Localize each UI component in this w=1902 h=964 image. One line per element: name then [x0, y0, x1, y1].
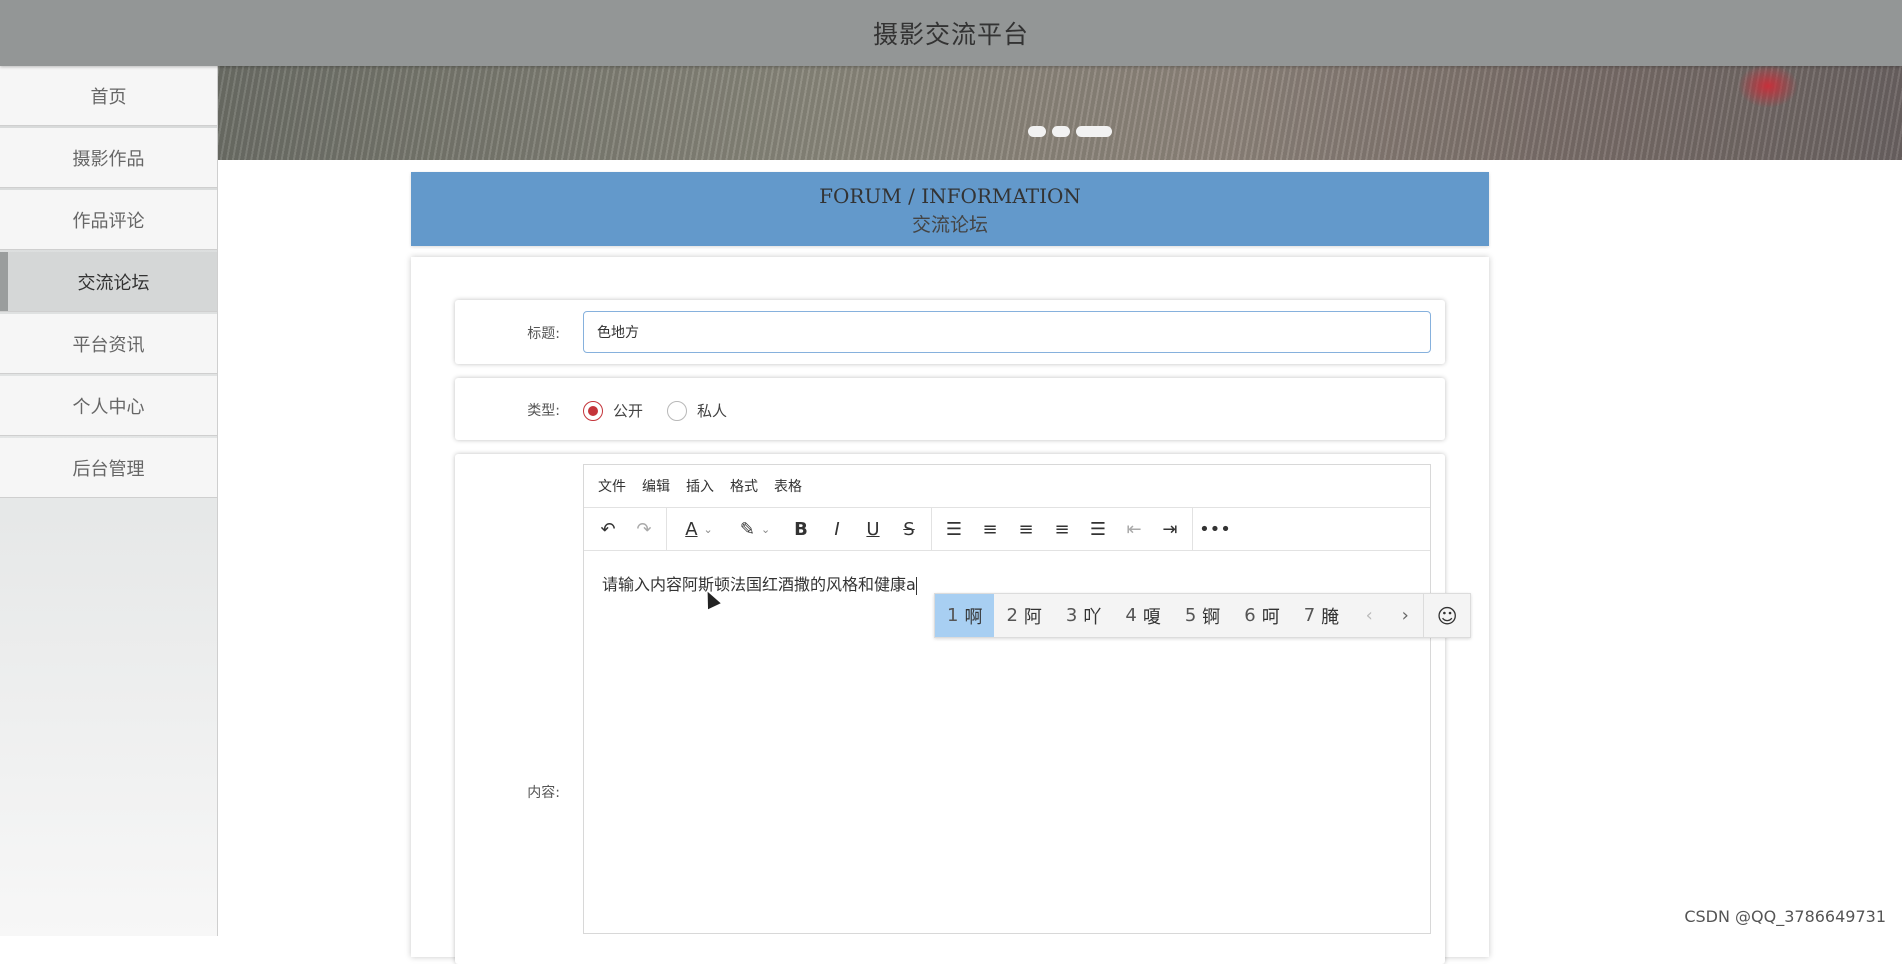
- candidate-text: 嗄: [1142, 606, 1161, 628]
- title-row: 标题:: [455, 300, 1445, 364]
- text-cursor: [915, 576, 917, 595]
- candidate-text: 吖: [1083, 606, 1102, 628]
- ime-candidate-bar: 1啊 2阿 3吖 4嗄 5锕 6呵 7腌 ‹ › ☺: [934, 593, 1472, 638]
- candidate-number: 3: [1065, 605, 1078, 626]
- section-title-en: FORUM / INFORMATION: [819, 184, 1081, 208]
- sidebar-item-label: 交流论坛: [77, 272, 150, 294]
- ime-candidate[interactable]: 7腌: [1292, 594, 1351, 637]
- carousel-dot-active[interactable]: [1076, 126, 1112, 137]
- candidate-text: 腌: [1321, 606, 1340, 628]
- section-header: FORUM / INFORMATION 交流论坛: [411, 172, 1489, 246]
- align-justify-icon[interactable]: ☰: [1080, 513, 1116, 545]
- editor-menubar: 文件 编辑 插入 格式 表格: [584, 465, 1430, 508]
- rich-text-editor: 文件 编辑 插入 格式 表格 ↶ ↷ A ⌄ ✎ ⌄ B I U S ☰ ≡ ≡ ≡: [583, 464, 1431, 934]
- radio-option-public[interactable]: 公开: [583, 400, 643, 421]
- sidebar-item-photo-works[interactable]: 摄影作品: [0, 128, 217, 188]
- ime-candidate[interactable]: 5锕: [1173, 594, 1232, 637]
- watermark: CSDN @QQ_3786649731: [1684, 907, 1886, 926]
- ime-candidate[interactable]: 6呵: [1232, 594, 1291, 637]
- editor-toolbar: ↶ ↷ A ⌄ ✎ ⌄ B I U S ☰ ≡ ≡ ≡ ☰ ⇤ ⇥ •••: [584, 508, 1430, 551]
- candidate-number: 7: [1303, 605, 1316, 626]
- sidebar-item-admin[interactable]: 后台管理: [0, 438, 217, 498]
- undo-icon[interactable]: ↶: [590, 513, 626, 545]
- app-title: 摄影交流平台: [872, 20, 1029, 49]
- radio-option-private[interactable]: 私人: [667, 400, 727, 421]
- title-input[interactable]: [583, 311, 1431, 353]
- redo-icon[interactable]: ↷: [626, 513, 662, 545]
- menu-insert[interactable]: 插入: [678, 476, 722, 496]
- chevron-down-icon[interactable]: ⌄: [704, 523, 713, 536]
- chevron-down-icon[interactable]: ⌄: [761, 523, 770, 536]
- title-label: 标题:: [527, 326, 560, 342]
- radio-label: 公开: [613, 402, 644, 420]
- menu-table[interactable]: 表格: [766, 476, 810, 496]
- type-row: 类型: 公开 私人: [455, 378, 1445, 440]
- toolbar-separator: [1192, 508, 1193, 550]
- outdent-icon[interactable]: ⇤: [1116, 513, 1152, 545]
- highlight-color-icon[interactable]: ✎ ⌄: [727, 513, 783, 545]
- editor-text: 请输入内容阿斯顿法国红酒撒的风格和健康a: [602, 575, 916, 594]
- text-color-icon[interactable]: A ⌄: [671, 513, 727, 545]
- strikethrough-icon[interactable]: S: [891, 513, 927, 545]
- sidebar-item-label: 后台管理: [72, 458, 145, 480]
- align-left-icon[interactable]: ≡: [972, 513, 1008, 545]
- candidate-number: 5: [1184, 605, 1197, 626]
- radio-label: 私人: [697, 402, 728, 420]
- candidate-text: 锕: [1202, 606, 1221, 628]
- section-title-cn: 交流论坛: [911, 214, 988, 236]
- type-radio-group: 公开 私人: [583, 400, 751, 421]
- type-label: 类型:: [527, 403, 560, 419]
- more-icon[interactable]: •••: [1197, 513, 1233, 545]
- sidebar-item-personal-center[interactable]: 个人中心: [0, 376, 217, 436]
- italic-icon[interactable]: I: [819, 513, 855, 545]
- ime-candidate[interactable]: 4嗄: [1113, 594, 1172, 637]
- chevron-right-icon[interactable]: ›: [1387, 605, 1423, 626]
- sidebar-item-label: 平台资讯: [72, 334, 145, 356]
- carousel-indicators: [1028, 126, 1112, 137]
- sidebar: 首页 摄影作品 作品评论 交流论坛 平台资讯 个人中心 后台管理: [0, 66, 218, 936]
- menu-format[interactable]: 格式: [722, 476, 766, 496]
- ime-candidate[interactable]: 1啊: [935, 594, 995, 637]
- sidebar-item-home[interactable]: 首页: [0, 66, 217, 126]
- line-height-icon[interactable]: ☰: [936, 513, 972, 545]
- radio-button[interactable]: [667, 400, 688, 421]
- sidebar-item-label: 摄影作品: [72, 148, 145, 170]
- menu-edit[interactable]: 编辑: [634, 476, 678, 496]
- candidate-text: 阿: [1023, 606, 1042, 628]
- emoji-icon[interactable]: ☺: [1423, 594, 1470, 637]
- align-center-icon[interactable]: ≡: [1008, 513, 1044, 545]
- candidate-number: 2: [1006, 605, 1018, 626]
- sidebar-item-label: 个人中心: [72, 396, 145, 418]
- ime-candidate[interactable]: 3吖: [1054, 594, 1113, 637]
- chevron-left-icon[interactable]: ‹: [1351, 605, 1387, 626]
- candidate-number: 4: [1125, 605, 1137, 626]
- sidebar-item-work-comments[interactable]: 作品评论: [0, 190, 217, 250]
- carousel-dot[interactable]: [1052, 126, 1070, 137]
- toolbar-separator: [931, 508, 932, 550]
- candidate-text: 呵: [1261, 606, 1280, 628]
- content-row: 内容: 文件 编辑 插入 格式 表格 ↶ ↷ A⌄ ✎⌄ B I U S ☰: [455, 454, 1445, 964]
- top-bar: 摄影交流平台: [0, 0, 1902, 66]
- underline-icon[interactable]: U: [855, 513, 891, 545]
- sidebar-item-news[interactable]: 平台资讯: [0, 314, 217, 374]
- sidebar-item-label: 首页: [90, 86, 127, 108]
- ime-candidate[interactable]: 2阿: [994, 594, 1053, 637]
- sidebar-item-forum[interactable]: 交流论坛: [0, 252, 217, 312]
- sidebar-item-label: 作品评论: [72, 210, 145, 232]
- menu-file[interactable]: 文件: [590, 476, 634, 496]
- carousel-dot[interactable]: [1028, 126, 1046, 137]
- bold-icon[interactable]: B: [783, 513, 819, 545]
- toolbar-separator: [666, 508, 667, 550]
- align-right-icon[interactable]: ≡: [1044, 513, 1080, 545]
- banner-carousel: [218, 66, 1902, 160]
- indent-icon[interactable]: ⇥: [1152, 513, 1188, 545]
- candidate-text: 啊: [964, 606, 983, 628]
- radio-button[interactable]: [583, 400, 603, 421]
- candidate-number: 1: [947, 605, 959, 626]
- content-label: 内容:: [527, 785, 560, 801]
- candidate-number: 6: [1244, 605, 1256, 626]
